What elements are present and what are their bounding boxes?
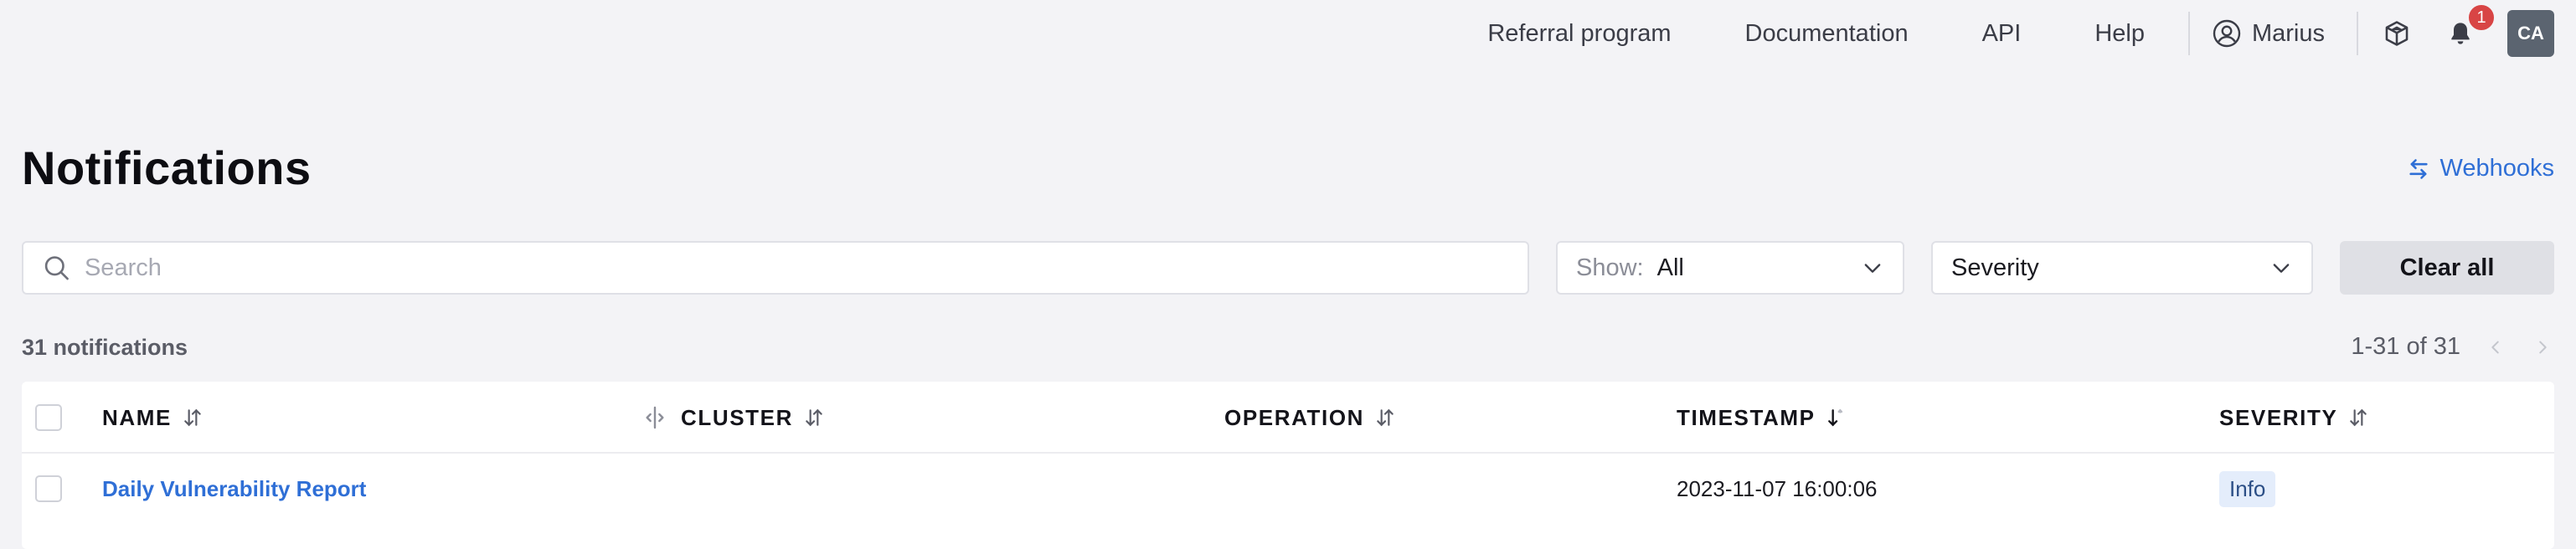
column-header-label: CLUSTER — [681, 404, 793, 430]
chevron-down-icon — [1864, 264, 1881, 273]
sort-desc-icon — [1827, 408, 1842, 427]
severity-filter-value: Severity — [1951, 254, 2039, 281]
column-header-severity[interactable]: SEVERITY — [2219, 382, 2369, 454]
column-resize-handle[interactable] — [640, 403, 670, 433]
show-filter-dropdown[interactable]: Show: All — [1556, 241, 1904, 295]
chevron-down-icon — [2273, 264, 2290, 273]
severity-filter-dropdown[interactable]: Severity — [1931, 241, 2313, 295]
column-header-label: NAME — [102, 404, 172, 430]
search-box — [22, 241, 1529, 295]
nav-divider — [2187, 12, 2190, 55]
column-header-operation[interactable]: OPERATION — [1224, 382, 1396, 454]
sort-icon — [2350, 408, 2367, 427]
user-circle-icon — [2213, 19, 2241, 48]
table-row[interactable]: Daily Vulnerability Report 2023-11-07 16… — [22, 455, 2554, 522]
search-icon — [44, 256, 69, 280]
webhooks-link[interactable]: Webhooks — [2407, 155, 2555, 182]
nav-link-documentation[interactable]: Documentation — [1745, 20, 1909, 48]
nav-link-referral-program[interactable]: Referral program — [1487, 20, 1671, 48]
show-filter-value: All — [1656, 254, 1684, 281]
user-name: Marius — [2251, 19, 2325, 47]
clear-all-button[interactable]: Clear all — [2340, 241, 2554, 295]
notification-name-link[interactable]: Daily Vulnerability Report — [102, 476, 366, 502]
cube-button[interactable] — [2380, 17, 2414, 50]
severity-badge: Info — [2219, 470, 2276, 507]
pagination: 1-31 of 31 — [2351, 333, 2554, 361]
nav-divider — [2357, 12, 2358, 55]
row-checkbox[interactable] — [35, 475, 62, 502]
show-filter-label: Show: — [1576, 254, 1644, 281]
column-header-timestamp[interactable]: TIMESTAMP — [1677, 382, 1847, 454]
notification-count-badge: 1 — [2467, 3, 2496, 32]
column-header-name[interactable]: NAME — [102, 382, 204, 454]
table-header: NAME CLUSTER OPERATION TIMESTAMP SEVERIT… — [22, 382, 2554, 454]
next-page-button[interactable] — [2531, 334, 2554, 361]
column-resize-icon — [646, 406, 664, 429]
timestamp-cell: 2023-11-07 16:00:06 — [1677, 475, 1878, 501]
column-header-label: SEVERITY — [2219, 404, 2338, 430]
swap-arrows-icon — [2409, 158, 2428, 179]
nav-link-api[interactable]: API — [1982, 20, 2022, 48]
column-header-label: TIMESTAMP — [1677, 404, 1816, 430]
notification-name-cell: Daily Vulnerability Report — [102, 455, 366, 522]
notifications-button[interactable]: 1 — [2444, 3, 2496, 50]
nav-link-help[interactable]: Help — [2094, 20, 2145, 48]
select-all-checkbox[interactable] — [35, 404, 62, 431]
chevron-left-icon — [2491, 341, 2499, 353]
avatar[interactable]: CA — [2507, 10, 2554, 57]
sort-icon — [184, 408, 201, 427]
cube-icon — [2385, 21, 2409, 46]
webhooks-label: Webhooks — [2439, 155, 2555, 182]
column-header-label: OPERATION — [1224, 404, 1365, 430]
previous-page-button[interactable] — [2484, 334, 2507, 361]
top-navigation: Referral program Documentation API Help … — [0, 0, 2576, 67]
user-menu[interactable]: Marius — [2212, 18, 2325, 49]
severity-cell: Info — [2219, 455, 2276, 522]
chevron-right-icon — [2539, 341, 2547, 353]
sort-icon — [806, 408, 822, 427]
notification-count: 31 notifications — [22, 335, 188, 360]
page-title: Notifications — [22, 141, 312, 194]
column-header-cluster[interactable]: CLUSTER — [681, 382, 825, 454]
sort-icon — [1377, 408, 1394, 427]
notifications-table: NAME CLUSTER OPERATION TIMESTAMP SEVERIT… — [22, 382, 2554, 549]
search-input[interactable] — [84, 254, 1528, 282]
pagination-range: 1-31 of 31 — [2351, 333, 2460, 360]
